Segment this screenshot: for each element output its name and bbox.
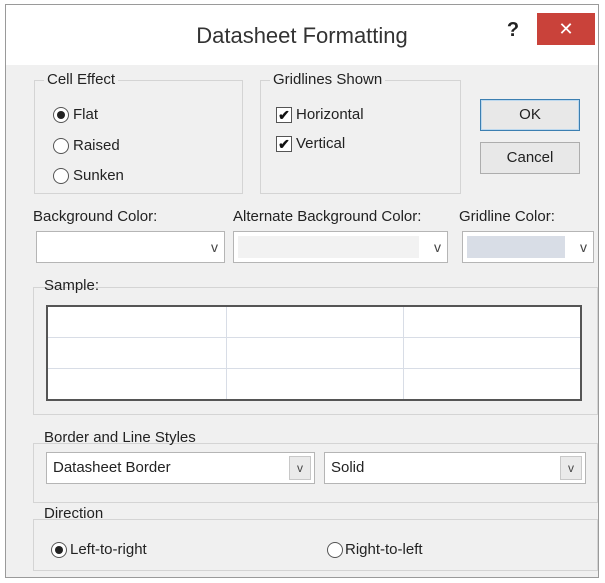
- gridlines-label: Gridlines Shown: [270, 71, 386, 88]
- chevron-down-icon[interactable]: v: [560, 456, 582, 480]
- sample-vertical-gridline: [403, 307, 404, 399]
- chevron-down-icon[interactable]: v: [434, 239, 441, 255]
- radio-sunken-label[interactable]: Sunken: [73, 167, 124, 184]
- line-style-dropdown[interactable]: Solid v: [324, 452, 586, 484]
- help-button[interactable]: ?: [496, 19, 530, 45]
- sample-horizontal-gridline: [48, 337, 580, 338]
- radio-raised-label[interactable]: Raised: [73, 137, 120, 154]
- radio-left-to-right-indicator[interactable]: [51, 542, 67, 558]
- radio-flat-indicator[interactable]: [53, 107, 69, 123]
- ok-button[interactable]: OK: [480, 99, 580, 131]
- gridline-color-label: Gridline Color:: [459, 208, 555, 225]
- checkbox-vertical-box[interactable]: ✔: [276, 136, 292, 152]
- sample-horizontal-gridline: [48, 368, 580, 369]
- close-button[interactable]: ✕: [537, 13, 595, 45]
- cell-effect-label: Cell Effect: [44, 71, 119, 88]
- alternate-background-color-dropdown[interactable]: v: [233, 231, 448, 263]
- sample-label: Sample:: [44, 277, 100, 294]
- cancel-button[interactable]: Cancel: [480, 142, 580, 174]
- direction-label: Direction: [44, 505, 104, 522]
- gridline-color-dropdown[interactable]: v: [462, 231, 594, 263]
- radio-flat-label[interactable]: Flat: [73, 106, 98, 123]
- alternate-background-color-label: Alternate Background Color:: [233, 208, 422, 225]
- radio-sunken-indicator[interactable]: [53, 168, 69, 184]
- background-color-swatch: [41, 236, 196, 258]
- title-bar: Datasheet Formatting ? ✕: [6, 5, 598, 65]
- chevron-down-icon[interactable]: v: [211, 239, 218, 255]
- background-color-label: Background Color:: [33, 208, 158, 225]
- radio-left-to-right-label[interactable]: Left-to-right: [70, 541, 147, 558]
- checkbox-horizontal-label[interactable]: Horizontal: [296, 106, 364, 123]
- line-style-value: Solid: [331, 459, 365, 476]
- radio-right-to-left-indicator[interactable]: [327, 542, 343, 558]
- checkbox-horizontal-box[interactable]: ✔: [276, 107, 292, 123]
- sample-vertical-gridline: [226, 307, 227, 399]
- radio-right-to-left-label[interactable]: Right-to-left: [345, 541, 423, 558]
- border-styles-label: Border and Line Styles: [44, 429, 196, 446]
- chevron-down-icon[interactable]: v: [289, 456, 311, 480]
- dialog-window: Datasheet Formatting ? ✕ Cell Effect Fla…: [5, 4, 599, 578]
- radio-raised-indicator[interactable]: [53, 138, 69, 154]
- background-color-dropdown[interactable]: v: [36, 231, 225, 263]
- gridline-color-swatch: [467, 236, 565, 258]
- chevron-down-icon[interactable]: v: [580, 239, 587, 255]
- border-type-value: Datasheet Border: [53, 459, 171, 476]
- border-type-dropdown[interactable]: Datasheet Border v: [46, 452, 315, 484]
- sample-preview-grid: [46, 305, 582, 401]
- checkbox-vertical-label[interactable]: Vertical: [296, 135, 345, 152]
- close-icon: ✕: [558, 19, 574, 39]
- alternate-background-color-swatch: [238, 236, 419, 258]
